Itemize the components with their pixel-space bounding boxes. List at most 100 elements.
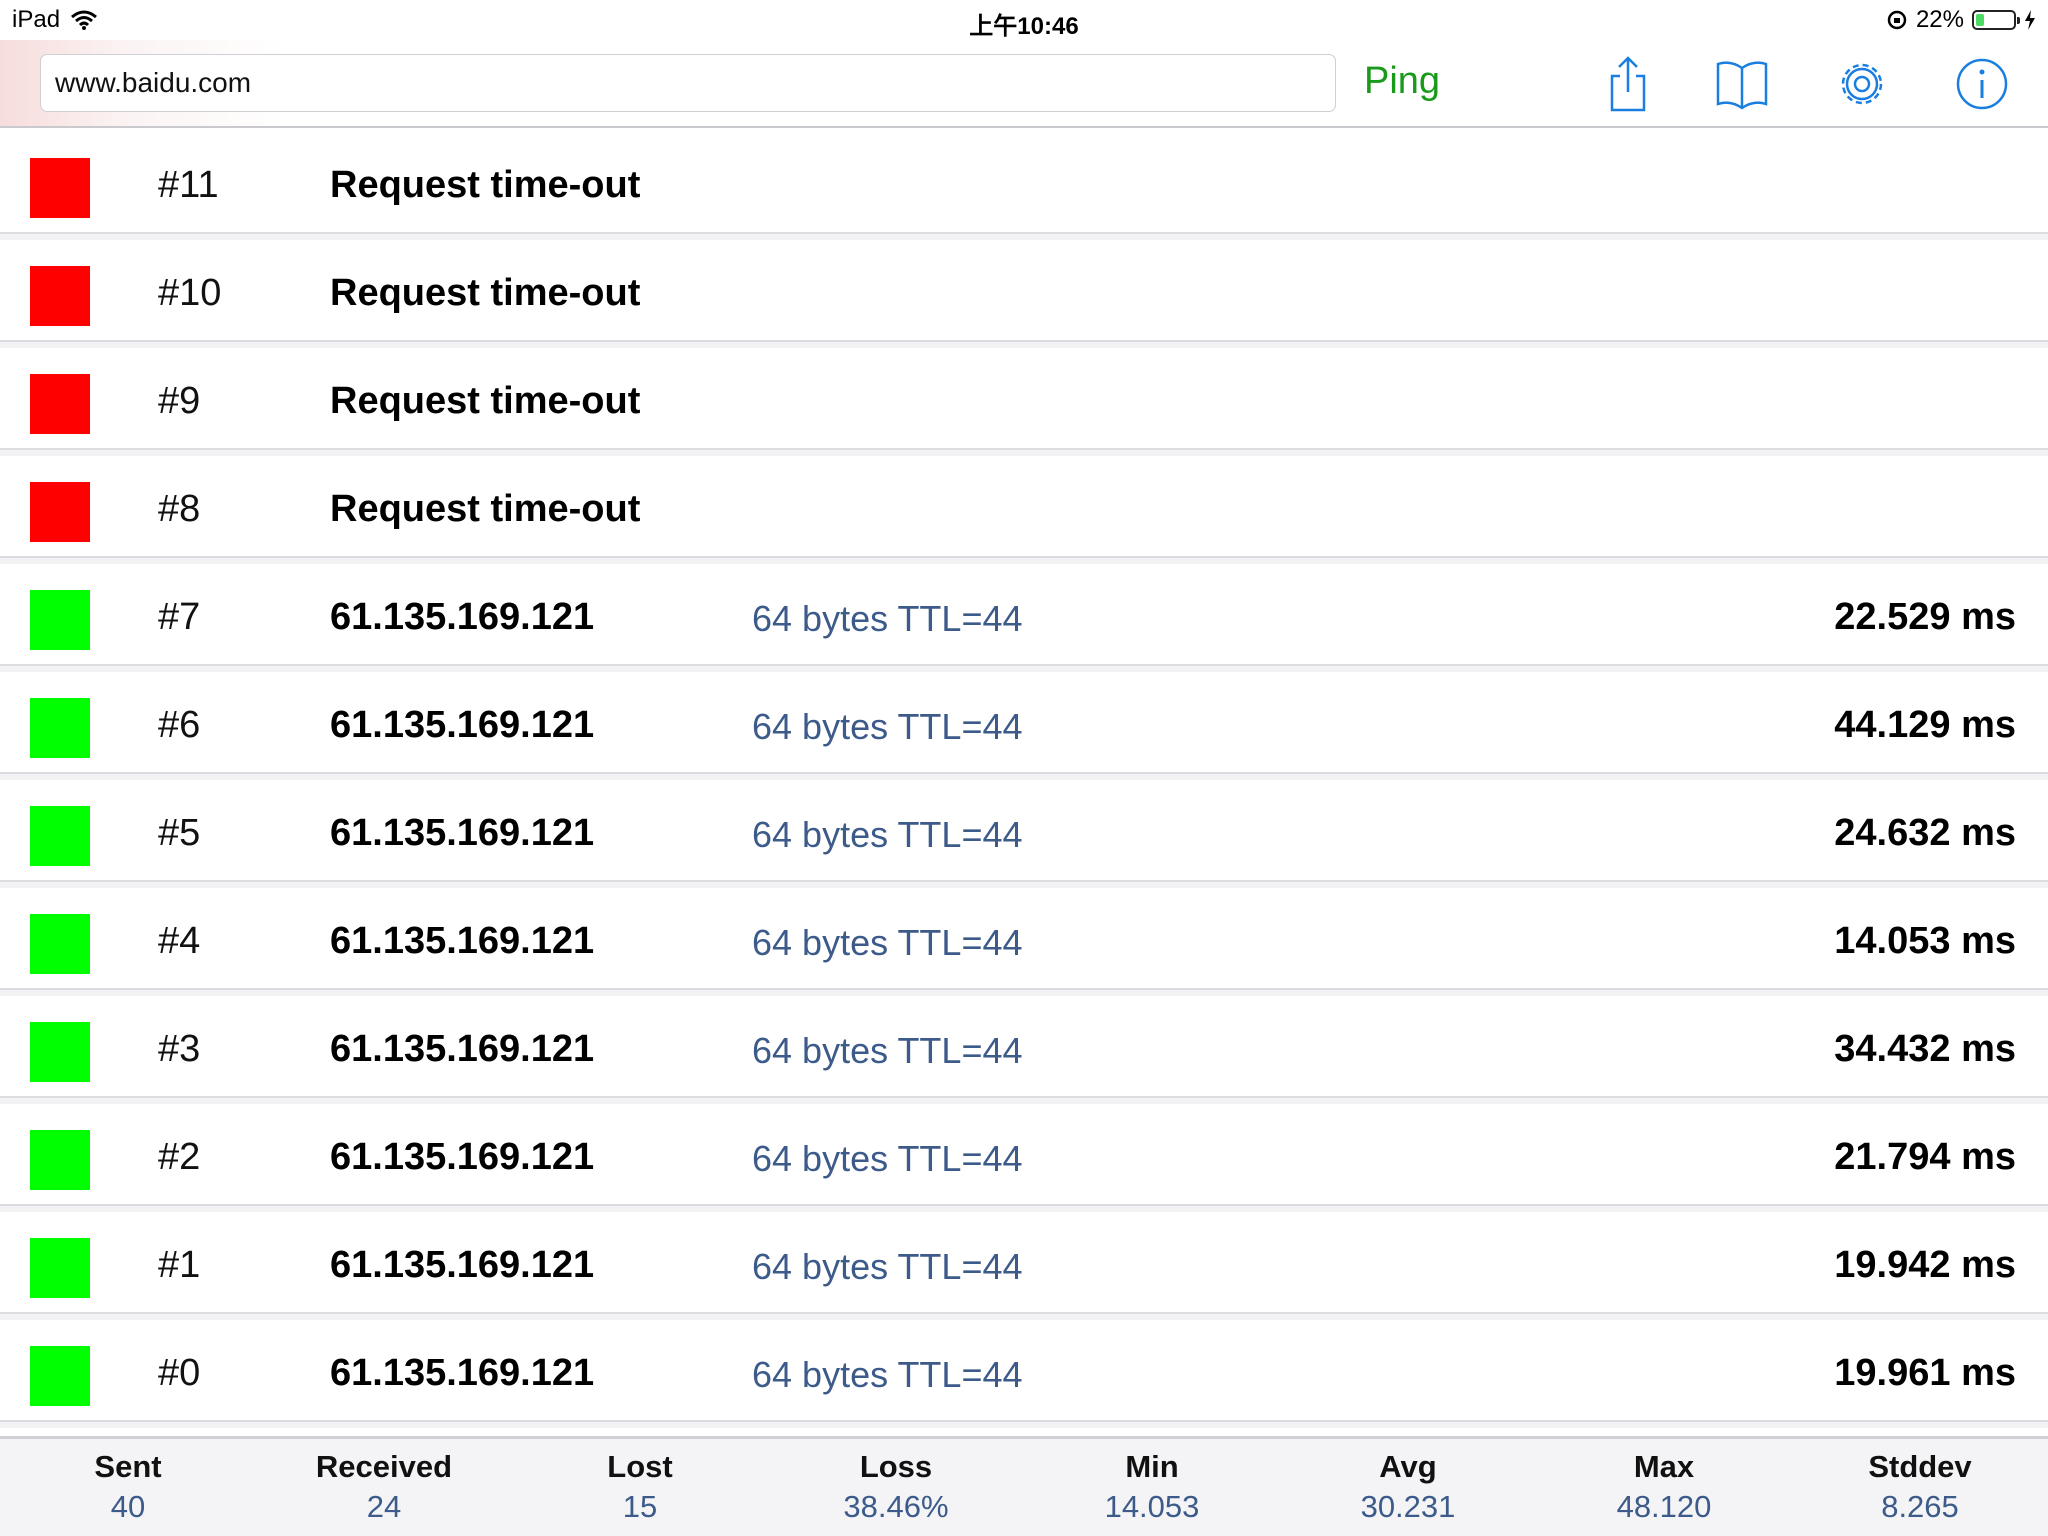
stat-value: 38.46% [843,1489,949,1524]
status-bar: iPad 上午10:46 22% [0,0,2048,40]
sequence-number: #7 [158,596,201,638]
status-square [30,374,90,434]
stat-value: 24 [366,1489,402,1524]
sequence-number: #0 [158,1352,201,1394]
reply-address: 61.135.169.121 [330,1352,595,1394]
stat-label: Stddev [1868,1449,1972,1484]
stat-value: 30.231 [1360,1489,1456,1524]
ping-row[interactable]: #9 Request time-out [0,350,2048,450]
sequence-number: #9 [158,380,201,422]
reply-detail: 64 bytes TTL=44 [752,922,1023,963]
status-square [30,1346,90,1406]
reply-detail: 64 bytes TTL=44 [752,1138,1023,1179]
ping-row[interactable]: #4 61.135.169.121 64 bytes TTL=44 14.053… [0,890,2048,990]
status-time: 上午10:46 [969,13,1079,40]
reply-address: Request time-out [330,272,641,314]
reply-address: 61.135.169.121 [330,704,595,746]
stat-label: Lost [607,1449,673,1484]
stat-min: Min 14.053 [1024,1439,1280,1536]
reply-address: 61.135.169.121 [330,1028,595,1070]
stat-received: Received 24 [256,1439,512,1536]
ping-row[interactable]: #7 61.135.169.121 64 bytes TTL=44 22.529… [0,566,2048,666]
status-square [30,1238,90,1298]
reply-address: Request time-out [330,380,641,422]
ping-row[interactable]: #6 61.135.169.121 64 bytes TTL=44 44.129… [0,674,2048,774]
round-trip-time: 44.129 ms [1834,704,2016,746]
reply-detail: 64 bytes TTL=44 [752,706,1023,747]
reply-address: 61.135.169.121 [330,1136,595,1178]
sequence-number: #4 [158,920,201,962]
reply-address: Request time-out [330,164,641,206]
status-square [30,1022,90,1082]
reply-detail: 64 bytes TTL=44 [752,1030,1023,1071]
charging-icon [2025,10,2035,30]
stat-lost: Lost 15 [512,1439,768,1536]
stat-loss: Loss 38.46% [768,1439,1024,1536]
round-trip-time: 22.529 ms [1834,596,2016,638]
bookmarks-icon[interactable] [1712,54,1772,114]
ping-row[interactable]: #5 61.135.169.121 64 bytes TTL=44 24.632… [0,782,2048,882]
round-trip-time: 14.053 ms [1834,920,2016,962]
status-square [30,806,90,866]
status-right: 22% [1886,6,2036,34]
ping-row[interactable]: #10 Request time-out [0,242,2048,342]
round-trip-time: 24.632 ms [1834,812,2016,854]
toolbar: Ping [0,40,2048,128]
sequence-number: #6 [158,704,201,746]
sequence-number: #11 [158,164,219,206]
reply-address: 61.135.169.121 [330,812,595,854]
ping-row[interactable]: #3 61.135.169.121 64 bytes TTL=44 34.432… [0,998,2048,1098]
sequence-number: #5 [158,812,201,854]
status-square [30,266,90,326]
reply-address: Request time-out [330,488,641,530]
round-trip-time: 21.794 ms [1834,1136,2016,1178]
stat-avg: Avg 30.231 [1280,1439,1536,1536]
stat-label: Avg [1379,1449,1437,1484]
ping-row[interactable]: #0 61.135.169.121 64 bytes TTL=44 19.961… [0,1322,2048,1422]
battery-icon [1972,10,2020,30]
status-square [30,590,90,650]
stat-value: 15 [622,1489,658,1524]
reply-detail: 64 bytes TTL=44 [752,1246,1023,1287]
sequence-number: #2 [158,1136,201,1178]
reply-address: 61.135.169.121 [330,596,595,638]
stat-label: Min [1125,1449,1179,1484]
ping-row[interactable]: #8 Request time-out [0,458,2048,558]
reply-detail: 64 bytes TTL=44 [752,598,1023,639]
host-input[interactable] [40,54,1336,112]
ping-button[interactable]: Ping [1364,60,1440,103]
reply-detail: 64 bytes TTL=44 [752,1354,1023,1395]
ping-row[interactable]: #1 61.135.169.121 64 bytes TTL=44 19.942… [0,1214,2048,1314]
status-square [30,914,90,974]
statistics-bar: Sent 40 Received 24 Lost 15 Loss 38.46% … [0,1436,2048,1536]
stat-label: Received [315,1449,453,1484]
sequence-number: #3 [158,1028,201,1070]
share-icon[interactable] [1598,54,1658,114]
info-icon[interactable] [1952,54,2012,114]
rotation-lock-icon [1887,10,1907,30]
status-square [30,482,90,542]
stat-max: Max 48.120 [1536,1439,1792,1536]
status-square [30,158,90,218]
stat-label: Max [1633,1449,1695,1484]
stat-label: Sent [94,1449,162,1484]
stat-stddev: Stddev 8.265 [1792,1439,2048,1536]
reply-address: 61.135.169.121 [330,1244,595,1286]
stat-value: 14.053 [1104,1489,1200,1524]
ping-results-list[interactable]: #11 Request time-out #10 Request time-ou… [0,134,2048,1430]
round-trip-time: 19.942 ms [1834,1244,2016,1286]
round-trip-time: 19.961 ms [1834,1352,2016,1394]
round-trip-time: 34.432 ms [1834,1028,2016,1070]
ping-row[interactable]: #2 61.135.169.121 64 bytes TTL=44 21.794… [0,1106,2048,1206]
stat-label: Loss [859,1449,933,1484]
sequence-number: #1 [158,1244,201,1286]
sequence-number: #8 [158,488,201,530]
stat-value: 48.120 [1616,1489,1712,1524]
stat-sent: Sent 40 [0,1439,256,1536]
gear-icon[interactable] [1832,54,1892,114]
ping-row[interactable]: #11 Request time-out [0,134,2048,234]
status-square [30,698,90,758]
sequence-number: #10 [158,272,222,314]
battery-fill [1976,14,1984,26]
reply-address: 61.135.169.121 [330,920,595,962]
